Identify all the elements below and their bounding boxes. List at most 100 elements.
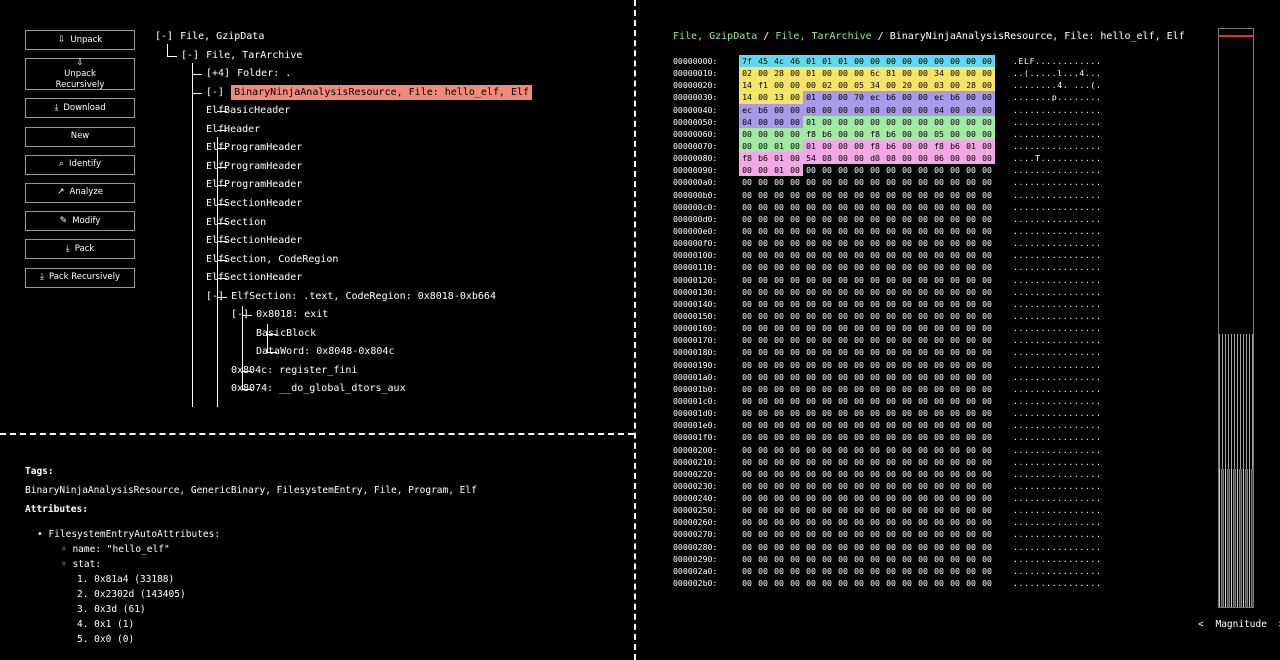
hex-byte[interactable]: 00: [899, 189, 915, 201]
hex-byte[interactable]: 00: [755, 189, 771, 201]
hex-byte[interactable]: 00: [899, 468, 915, 480]
hex-byte[interactable]: 00: [867, 213, 883, 225]
hex-byte[interactable]: 00: [947, 274, 963, 286]
hex-byte[interactable]: 00: [915, 115, 931, 128]
hex-bytes[interactable]: 00 00 00 00 00 00 00 00 00 00 00 00 00 00 00 00: [739, 516, 995, 528]
hex-byte[interactable]: 00: [819, 274, 835, 286]
hex-byte[interactable]: 00: [819, 431, 835, 443]
hex-byte[interactable]: 00: [819, 553, 835, 565]
hex-byte[interactable]: 00: [915, 577, 931, 589]
hex-byte[interactable]: 00: [771, 249, 787, 261]
hex-byte[interactable]: 00: [787, 201, 803, 213]
hex-byte[interactable]: 00: [771, 541, 787, 553]
hex-byte[interactable]: 34: [867, 79, 883, 92]
hex-byte[interactable]: 00: [771, 516, 787, 528]
hex-bytes[interactable]: 00 00 00 00 00 00 00 00 00 00 00 00 00 00 00 00: [739, 249, 995, 261]
hex-byte[interactable]: 00: [979, 225, 995, 237]
hex-byte[interactable]: 00: [883, 468, 899, 480]
hex-byte[interactable]: 00: [867, 249, 883, 261]
hex-bytes[interactable]: 00 00 01 00 01 00 00 00 f8 b6 00 00 f8 b6 01 00: [739, 139, 995, 153]
hex-byte[interactable]: 00: [883, 480, 899, 492]
hex-byte[interactable]: 00: [899, 213, 915, 225]
hex-bytes[interactable]: 00 00 00 00 00 00 00 00 00 00 00 00 00 00 00 00: [739, 201, 995, 213]
hex-byte[interactable]: 01: [803, 115, 819, 128]
hex-byte[interactable]: 00: [963, 213, 979, 225]
hex-byte[interactable]: 00: [803, 298, 819, 310]
breadcrumb-item[interactable]: File, TarArchive: [775, 31, 871, 42]
hex-byte[interactable]: 00: [899, 286, 915, 298]
hex-byte[interactable]: 00: [835, 103, 851, 116]
hex-byte[interactable]: 00: [787, 480, 803, 492]
hex-byte[interactable]: 00: [931, 577, 947, 589]
hex-byte[interactable]: 00: [947, 431, 963, 443]
hex-byte[interactable]: 00: [947, 55, 963, 68]
hex-byte[interactable]: 00: [819, 164, 835, 176]
hex-byte[interactable]: 00: [979, 91, 995, 104]
hex-byte[interactable]: 00: [803, 553, 819, 565]
hex-byte[interactable]: 00: [915, 516, 931, 528]
hex-byte[interactable]: 00: [835, 213, 851, 225]
hex-byte[interactable]: 00: [819, 249, 835, 261]
hex-byte[interactable]: 00: [771, 286, 787, 298]
hex-byte[interactable]: 00: [883, 55, 899, 68]
hex-byte[interactable]: 00: [963, 359, 979, 371]
hex-bytes[interactable]: 00 00 00 00 00 00 00 00 00 00 00 00 00 00 00 00: [739, 371, 995, 383]
hex-byte[interactable]: 00: [899, 91, 915, 104]
hex-byte[interactable]: 00: [851, 383, 867, 395]
hex-byte[interactable]: 00: [915, 444, 931, 456]
hex-byte[interactable]: 00: [819, 504, 835, 516]
hex-byte[interactable]: 00: [883, 419, 899, 431]
hex-byte[interactable]: 00: [931, 565, 947, 577]
hex-byte[interactable]: 00: [979, 67, 995, 80]
hex-byte[interactable]: 00: [835, 419, 851, 431]
hex-byte[interactable]: 00: [771, 225, 787, 237]
hex-byte[interactable]: 00: [979, 371, 995, 383]
hex-bytes[interactable]: 00 00 00 00 00 00 00 00 00 00 00 00 00 00 00 00: [739, 176, 995, 188]
hex-byte[interactable]: 00: [883, 79, 899, 92]
hex-byte[interactable]: 00: [883, 371, 899, 383]
hex-byte[interactable]: 00: [851, 139, 867, 153]
hex-byte[interactable]: 00: [979, 310, 995, 322]
hex-byte[interactable]: 00: [787, 91, 803, 104]
hex-byte[interactable]: 00: [787, 419, 803, 431]
hex-byte[interactable]: 00: [915, 139, 931, 153]
hex-bytes[interactable]: 00 00 00 00 00 00 00 00 00 00 00 00 00 00 00 00: [739, 286, 995, 298]
hex-bytes[interactable]: 00 00 00 00 00 00 00 00 00 00 00 00 00 00 00 00: [739, 225, 995, 237]
hex-byte[interactable]: 00: [883, 225, 899, 237]
hex-byte[interactable]: 00: [931, 261, 947, 273]
hex-byte[interactable]: 00: [819, 480, 835, 492]
hex-byte[interactable]: 00: [915, 249, 931, 261]
hex-byte[interactable]: 00: [915, 468, 931, 480]
hex-byte[interactable]: 00: [931, 371, 947, 383]
hex-byte[interactable]: 00: [803, 189, 819, 201]
hex-byte[interactable]: 00: [931, 468, 947, 480]
hex-byte[interactable]: 00: [931, 359, 947, 371]
hex-byte[interactable]: 00: [755, 565, 771, 577]
hex-byte[interactable]: 00: [963, 480, 979, 492]
hex-byte[interactable]: 00: [819, 492, 835, 504]
hex-byte[interactable]: 00: [915, 407, 931, 419]
hex-byte[interactable]: 00: [787, 444, 803, 456]
hex-byte[interactable]: 00: [963, 407, 979, 419]
hex-byte[interactable]: 01: [819, 55, 835, 68]
hex-byte[interactable]: 00: [867, 383, 883, 395]
hex-byte[interactable]: 00: [739, 322, 755, 334]
hex-bytes[interactable]: 00 00 00 00 00 00 00 00 00 00 00 00 00 00 00 00: [739, 261, 995, 273]
hex-byte[interactable]: 00: [835, 298, 851, 310]
hex-bytes[interactable]: 00 00 00 00 00 00 00 00 00 00 00 00 00 00 00 00: [739, 334, 995, 346]
hex-bytes[interactable]: 00 00 00 00 00 00 00 00 00 00 00 00 00 00 00 00: [739, 492, 995, 504]
hex-byte[interactable]: 00: [899, 152, 915, 165]
hex-byte[interactable]: 00: [915, 504, 931, 516]
hex-byte[interactable]: 00: [787, 164, 803, 177]
hex-byte[interactable]: 00: [835, 334, 851, 346]
hex-byte[interactable]: 00: [979, 504, 995, 516]
hex-byte[interactable]: 00: [787, 322, 803, 334]
hex-byte[interactable]: 00: [819, 444, 835, 456]
hex-byte[interactable]: 00: [835, 565, 851, 577]
hex-byte[interactable]: 01: [771, 139, 787, 153]
hex-byte[interactable]: 00: [803, 371, 819, 383]
hex-byte[interactable]: 00: [963, 164, 979, 176]
hex-byte[interactable]: 00: [739, 237, 755, 249]
hex-byte[interactable]: 00: [915, 274, 931, 286]
hex-byte[interactable]: 00: [819, 91, 835, 104]
